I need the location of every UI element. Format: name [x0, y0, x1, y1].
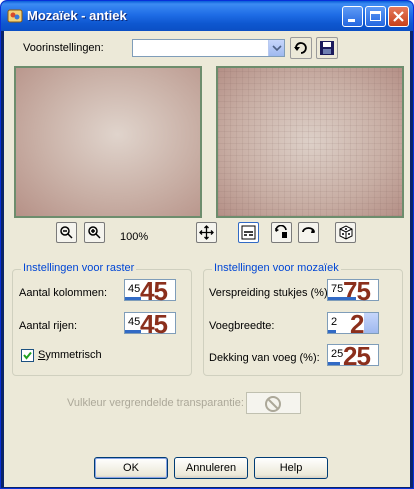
zoom-in-button[interactable] — [84, 222, 105, 243]
grout-coverage-spin-arrows[interactable] — [364, 345, 378, 365]
columns-spin-arrows[interactable] — [161, 280, 175, 300]
mosaic-settings-title: Instellingen voor mozaïek — [212, 262, 341, 274]
save-preset-icon — [320, 41, 334, 55]
grout-width-value: 2 — [331, 316, 338, 328]
spread-spin-arrows[interactable] — [364, 280, 378, 300]
maximize-icon — [370, 11, 381, 21]
dropdown-arrow-icon — [272, 45, 282, 51]
columns-value: 45 — [128, 283, 141, 295]
spread-label: Verspreiding stukjes (%): — [209, 287, 331, 299]
minimize-icon — [348, 19, 355, 22]
grout-width-label: Voegbreedte: — [209, 320, 275, 332]
zoom-out-button[interactable] — [56, 222, 77, 243]
move-icon — [199, 225, 214, 240]
rows-slider-bar[interactable] — [125, 330, 141, 333]
minimize-button[interactable] — [342, 6, 363, 27]
symmetric-checkbox[interactable] — [21, 349, 34, 362]
spread-slider-bar[interactable] — [328, 297, 356, 300]
columns-slider-bar[interactable] — [125, 297, 141, 300]
raster-settings-title: Instellingen voor raster — [21, 262, 137, 274]
transparency-fill-swatch[interactable] — [246, 392, 301, 414]
save-preset-button[interactable] — [316, 37, 338, 59]
presets-dropdown-arrow[interactable] — [268, 40, 284, 56]
zoom-in-icon — [88, 226, 101, 239]
move-preview-button[interactable] — [196, 222, 217, 243]
load-preset-icon — [294, 42, 307, 54]
dialog-client: Voorinstellingen: 100% Instellingen voor… — [4, 31, 410, 487]
proof-icon — [241, 225, 256, 240]
dice-button[interactable] — [335, 222, 356, 243]
help-button[interactable]: Help — [254, 457, 328, 479]
columns-label: Aantal kolommen: — [19, 287, 108, 299]
spread-spinbox[interactable]: 75 75 — [327, 276, 379, 306]
spread-value: 75 — [331, 283, 344, 295]
result-preview[interactable] — [216, 66, 404, 218]
rows-label: Aantal rijen: — [19, 320, 78, 332]
dice-icon — [339, 225, 353, 240]
help-label: Help — [279, 462, 303, 474]
proof-button[interactable] — [238, 222, 259, 243]
rows-spin-arrows[interactable] — [161, 313, 175, 333]
load-preset-button[interactable] — [290, 37, 312, 59]
presets-label: Voorinstellingen: — [23, 42, 104, 54]
randomize-icon — [302, 227, 315, 233]
columns-spinbox[interactable]: 45 45 — [124, 276, 176, 306]
rows-value: 45 — [128, 316, 141, 328]
checkmark-icon — [23, 351, 32, 360]
grout-width-spinbox[interactable]: 2 2 — [327, 309, 379, 339]
dialog-window: Mozaïek - antiek Voorinstellingen: 100% … — [0, 0, 414, 489]
window-title: Mozaïek - antiek — [27, 8, 127, 23]
zoom-level: 100% — [120, 231, 149, 243]
zoom-out-icon — [60, 226, 73, 239]
maximize-button[interactable] — [365, 6, 386, 27]
cancel-button[interactable]: Annuleren — [174, 457, 248, 479]
close-button[interactable] — [388, 6, 409, 27]
no-symbol-icon — [265, 396, 281, 412]
grout-coverage-value: 25 — [331, 348, 344, 360]
cancel-label: Annuleren — [185, 462, 237, 474]
grout-coverage-spinbox[interactable]: 25 25 — [327, 341, 379, 371]
rows-spinbox[interactable]: 45 45 — [124, 309, 176, 339]
grout-width-value-overlay: 2 — [350, 309, 365, 339]
app-icon — [7, 9, 23, 23]
symmetric-label[interactable]: Symmetrisch — [38, 349, 102, 361]
transparency-fill-label: Vulkleur vergrendelde transparantie: — [67, 397, 244, 409]
presets-dropdown[interactable] — [132, 39, 285, 57]
close-icon — [393, 11, 404, 22]
randomize-button[interactable] — [298, 222, 319, 243]
reset-icon — [275, 225, 287, 238]
grout-width-slider-bar[interactable] — [328, 330, 336, 333]
grout-coverage-label: Dekking van voeg (%): — [209, 352, 320, 364]
grout-coverage-slider-bar[interactable] — [328, 362, 340, 365]
title-bar[interactable]: Mozaïek - antiek — [1, 1, 413, 31]
ok-label: OK — [123, 462, 139, 474]
grout-width-spin-arrows[interactable] — [364, 313, 378, 333]
ok-button[interactable]: OK — [94, 457, 168, 479]
original-preview[interactable] — [14, 66, 202, 218]
reset-button[interactable] — [271, 222, 292, 243]
